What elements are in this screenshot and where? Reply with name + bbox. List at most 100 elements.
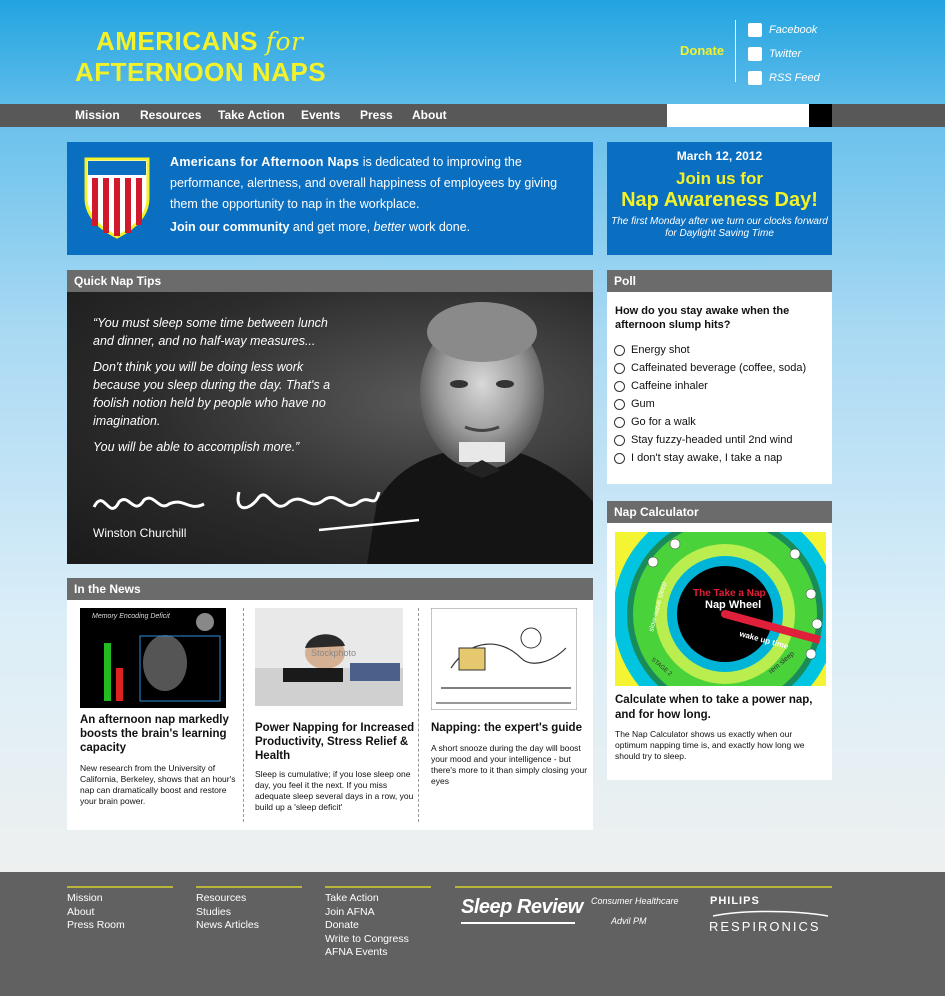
poll-option[interactable]: Go for a walk [614, 416, 696, 428]
poll-option-label: Stay fuzzy-headed until 2nd wind [631, 434, 793, 446]
quote-author: Winston Churchill [93, 526, 187, 540]
nav-press[interactable]: Press [360, 108, 393, 122]
news-body: New research from the University of Cali… [80, 763, 236, 806]
event-title-line2: Nap Awareness Day! [621, 189, 818, 211]
radio-button[interactable] [614, 452, 625, 464]
news-divider [243, 608, 244, 822]
footer-link-take-action[interactable]: Take Action [325, 892, 431, 906]
radio-button[interactable] [614, 398, 625, 410]
poll-option[interactable]: Stay fuzzy-headed until 2nd wind [614, 434, 792, 446]
news-image-caption-1: Memory Encoding Deficit [92, 613, 171, 620]
poll-header: Poll [607, 270, 832, 292]
nav-mission[interactable]: Mission [75, 108, 120, 122]
news-item[interactable]: Memory Encoding Deficit An afternoon nap… [80, 608, 240, 822]
news-divider [418, 608, 419, 822]
calculator-panel: The Take a Nap Nap Wheel wake up time sl… [607, 523, 832, 780]
poll-option-label: I don't stay awake, I take a nap [631, 452, 783, 464]
poll-option[interactable]: Caffeinated beverage (coffee, soda) [614, 362, 806, 374]
shield-icon [84, 157, 150, 239]
join-em-text: better [373, 220, 406, 234]
footer-link-mission[interactable]: Mission [67, 892, 173, 906]
footer-link-join[interactable]: Join AFNA [325, 906, 431, 920]
philips-logo[interactable]: PHILIPS [710, 895, 760, 907]
poll-option[interactable]: I don't stay awake, I take a nap [614, 452, 782, 464]
news-title[interactable]: Napping: the expert's guide [431, 721, 591, 735]
radio-button[interactable] [614, 380, 625, 392]
pfizer-label: Consumer Healthcare [591, 896, 679, 906]
tips-panel: “You must sleep some time between lunch … [67, 292, 593, 564]
news-header: In the News [67, 578, 593, 600]
radio-button[interactable] [614, 434, 625, 446]
donate-link[interactable]: Donate [680, 43, 724, 58]
intro-text: Americans for Afternoon Naps is dedicate… [170, 152, 580, 215]
churchill-signature [92, 491, 420, 532]
site-footer: Mission About Press Room Resources Studi… [0, 872, 945, 996]
footer-link-donate[interactable]: Donate [325, 919, 431, 933]
footer-link-press-room[interactable]: Press Room [67, 919, 173, 933]
facebook-link[interactable]: Facebook [748, 18, 820, 42]
site-logo[interactable]: AMERICANS for AFTERNOON NAPS [75, 26, 326, 87]
news-body: Sleep is cumulative; if you lose sleep o… [255, 769, 414, 812]
rss-label: RSS Feed [769, 72, 820, 84]
footer-link-resources[interactable]: Resources [196, 892, 302, 906]
twitter-icon [748, 47, 762, 61]
news-image-brain[interactable]: Memory Encoding Deficit [80, 608, 226, 708]
nav-about[interactable]: About [412, 108, 447, 122]
radio-button[interactable] [614, 362, 625, 374]
poll-option[interactable]: Gum [614, 398, 655, 410]
advil-logo[interactable]: Advil PM [611, 916, 647, 926]
radio-button[interactable] [614, 344, 625, 356]
footer-link-about[interactable]: About [67, 906, 173, 920]
footer-link-studies[interactable]: Studies [196, 906, 302, 920]
nap-wheel[interactable]: The Take a Nap Nap Wheel wake up time sl… [615, 532, 826, 686]
quote-paragraph-3: You will be able to accomplish more.” [93, 440, 300, 454]
pfizer-logo[interactable]: Consumer Healthcare [591, 896, 679, 906]
nav-events[interactable]: Events [301, 108, 340, 122]
event-box[interactable]: March 12, 2012 Join us for Nap Awareness… [607, 142, 832, 255]
news-item[interactable]: Napping: the expert's guide A short snoo… [430, 607, 591, 822]
churchill-quote: “You must sleep some time between lunch … [93, 314, 343, 464]
sleep-review-logo[interactable]: Sleep Review [461, 896, 583, 919]
footer-link-events[interactable]: AFNA Events [325, 946, 431, 960]
calculator-body: The Nap Calculator shows us exactly when… [615, 729, 805, 761]
respironics-logo[interactable]: RESPIRONICS [709, 919, 821, 934]
join-community-link[interactable]: Join our community [170, 220, 289, 234]
search-input[interactable] [667, 104, 809, 127]
sleep-review-underline [461, 922, 575, 924]
twitter-link[interactable]: Twitter [748, 42, 820, 66]
intro-join: Join our community and get more, better … [170, 220, 470, 234]
logo-for: for [265, 27, 304, 56]
footer-link-news-articles[interactable]: News Articles [196, 919, 302, 933]
poll-option[interactable]: Energy shot [614, 344, 690, 356]
facebook-icon [748, 23, 762, 37]
header-divider [735, 20, 736, 82]
footer-column-2: Resources Studies News Articles [196, 886, 302, 933]
news-panel: Memory Encoding Deficit An afternoon nap… [67, 600, 593, 830]
join-end-text: work done. [405, 220, 471, 234]
calculator-header: Nap Calculator [607, 501, 832, 523]
news-body: A short snooze during the day will boost… [431, 743, 588, 786]
poll-option-label: Caffeine inhaler [631, 380, 708, 392]
radio-button[interactable] [614, 416, 625, 428]
poll-option-label: Gum [631, 398, 655, 410]
news-image-cartoon[interactable] [430, 607, 578, 711]
news-item[interactable]: Stockphoto Power Napping for Increased P… [255, 608, 415, 822]
poll-question: How do you stay awake when the afternoon… [615, 305, 790, 331]
nav-resources[interactable]: Resources [140, 108, 201, 122]
poll-option-label: Caffeinated beverage (coffee, soda) [631, 362, 807, 374]
search-button[interactable] [809, 104, 832, 127]
rss-link[interactable]: RSS Feed [748, 66, 820, 90]
event-date: March 12, 2012 [676, 149, 763, 163]
news-image-sleeping-man[interactable]: Stockphoto [255, 608, 403, 706]
sponsor-logos: Sleep Review Consumer Healthcare Advil P… [455, 886, 832, 934]
wheel-title-1: The Take a Nap [693, 588, 766, 599]
nav-take-action[interactable]: Take Action [218, 108, 285, 122]
news-title[interactable]: Power Napping for Increased Productivity… [255, 721, 415, 763]
facebook-label: Facebook [769, 24, 818, 36]
tips-header: Quick Nap Tips [67, 270, 593, 292]
news-title[interactable]: An afternoon nap markedly boosts the bra… [80, 713, 240, 755]
social-links: Facebook Twitter RSS Feed [748, 18, 820, 90]
footer-column-1: Mission About Press Room [67, 886, 173, 933]
poll-option[interactable]: Caffeine inhaler [614, 380, 708, 392]
footer-link-write-congress[interactable]: Write to Congress [325, 933, 431, 947]
